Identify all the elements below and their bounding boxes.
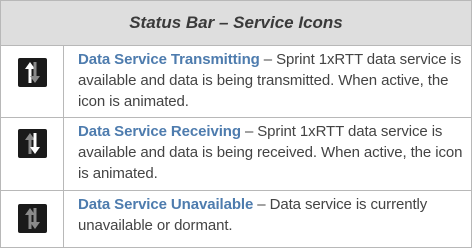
icon-cell xyxy=(1,191,64,248)
service-icons-table: Status Bar – Service Icons Data Service … xyxy=(0,0,472,248)
icon-cell xyxy=(1,118,64,190)
row-separator: – xyxy=(240,123,258,140)
row-title: Data Service Transmitting xyxy=(78,51,260,68)
row-separator: – xyxy=(253,196,270,213)
table-row: Data Service Unavailable – Data service … xyxy=(1,191,471,248)
data-service-unavailable-icon xyxy=(17,204,47,233)
table-header: Status Bar – Service Icons xyxy=(1,1,471,46)
row-separator: – xyxy=(259,51,277,68)
table-row: Data Service Receiving – Sprint 1xRTT da… xyxy=(1,118,471,191)
row-description: Data Service Transmitting – Sprint 1xRTT… xyxy=(64,46,471,117)
data-service-receiving-icon xyxy=(17,129,47,158)
row-title: Data Service Unavailable xyxy=(78,196,254,213)
data-service-transmitting-icon xyxy=(17,58,47,87)
row-description: Data Service Receiving – Sprint 1xRTT da… xyxy=(64,118,471,190)
table-row: Data Service Transmitting – Sprint 1xRTT… xyxy=(1,46,471,118)
icon-cell xyxy=(1,46,64,117)
row-title: Data Service Receiving xyxy=(78,123,241,140)
row-description: Data Service Unavailable – Data service … xyxy=(64,191,471,248)
table-title: Status Bar – Service Icons xyxy=(129,13,343,32)
